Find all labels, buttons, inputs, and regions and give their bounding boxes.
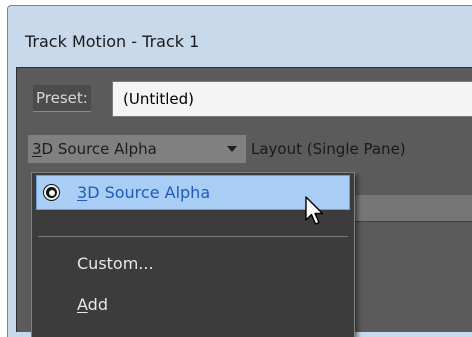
preset-dropdown[interactable]: (Untitled) [112,81,472,117]
menu-item-hotkey: 3 [77,183,88,202]
mode-dropdown-hotkey: 3 [32,140,42,158]
window-title: Track Motion - Track 1 [25,32,200,51]
menu-item-add[interactable]: Add [36,287,350,322]
panel-header-strip [350,195,472,222]
chevron-down-icon [227,146,237,152]
mode-dropdown[interactable]: 3D Source Alpha [28,135,246,163]
menu-item-label: dd [87,295,108,314]
mouse-pointer-icon [305,196,324,225]
menu-item-hotkey: A [77,295,88,314]
radio-selected-icon [44,185,59,200]
menu-separator [38,236,348,237]
menu-item-label: Custom... [77,254,154,273]
layout-dropdown[interactable]: Layout (Single Pane) [251,135,406,163]
menu-item-label: D Source Alpha [87,183,211,202]
menu-item-custom[interactable]: Custom... [36,246,350,281]
menu-item-3d-source-alpha[interactable]: 3D Source Alpha [36,175,350,210]
preset-label: Preset: [33,85,91,112]
mode-dropdown-label: D Source Alpha [41,140,157,158]
